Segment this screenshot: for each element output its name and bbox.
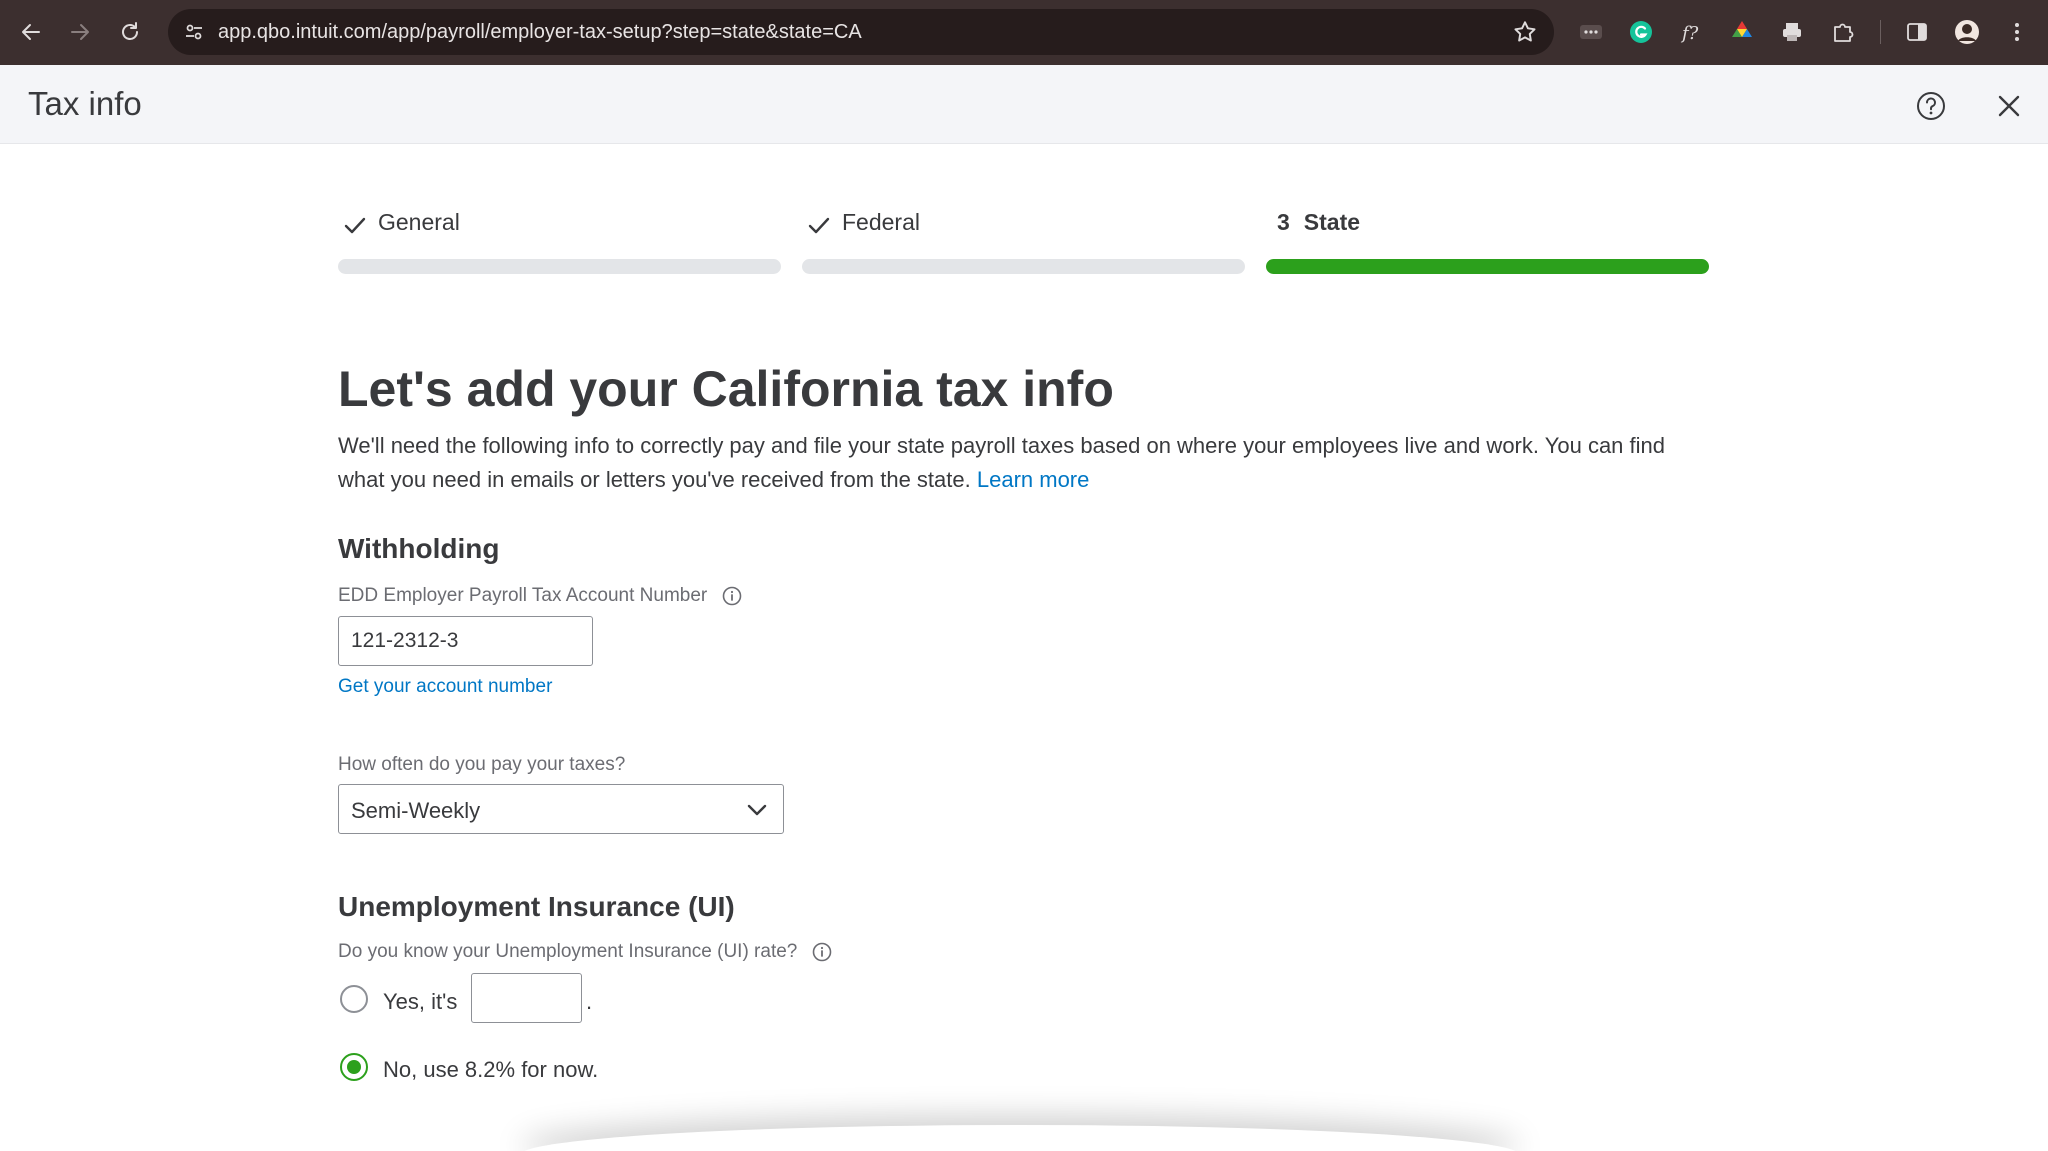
chevron-down-icon	[747, 804, 767, 816]
step-progress-federal	[802, 259, 1245, 274]
app-header: Tax info	[0, 65, 2048, 144]
description: We'll need the following info to correct…	[338, 429, 1708, 497]
info-icon[interactable]	[811, 941, 833, 963]
forward-button[interactable]	[62, 14, 98, 50]
back-button[interactable]	[13, 14, 49, 50]
printer-icon[interactable]	[1777, 17, 1807, 47]
extension-dots-icon[interactable]	[1576, 17, 1606, 47]
ui-rate-question: Do you know your Unemployment Insurance …	[338, 941, 833, 963]
url-text[interactable]: app.qbo.intuit.com/app/payroll/employer-…	[218, 21, 862, 44]
arrow-left-icon	[22, 24, 40, 40]
site-settings-icon[interactable]	[182, 20, 206, 44]
side-panel-icon[interactable]	[1902, 17, 1932, 47]
ui-rate-suffix: .	[586, 989, 593, 1014]
bookmark-star-icon[interactable]	[1512, 19, 1538, 45]
ui-rate-yes-radio[interactable]	[340, 985, 368, 1013]
help-icon[interactable]	[1914, 89, 1948, 123]
reload-button[interactable]	[112, 14, 148, 50]
main-heading: Let's add your California tax info	[338, 361, 1114, 417]
account-number-input[interactable]	[338, 616, 593, 666]
account-number-label: EDD Employer Payroll Tax Account Number	[338, 585, 743, 607]
checkmark-icon	[808, 217, 830, 234]
info-icon[interactable]	[721, 585, 743, 607]
account-number-label-text: EDD Employer Payroll Tax Account Number	[338, 585, 708, 606]
extensions-puzzle-icon[interactable]	[1828, 17, 1858, 47]
step-progress-state	[1266, 259, 1709, 274]
ui-rate-no-radio[interactable]	[340, 1053, 368, 1081]
step-progress-general	[338, 259, 781, 274]
reload-icon	[122, 22, 138, 40]
unemployment-heading: Unemployment Insurance (UI)	[338, 891, 735, 922]
grammarly-icon[interactable]	[1626, 17, 1656, 47]
frequency-select[interactable]: Semi-Weekly	[338, 784, 784, 834]
frequency-label: How often do you pay your taxes?	[338, 754, 626, 775]
checkmark-icon	[344, 217, 366, 234]
profile-avatar[interactable]	[1952, 17, 1982, 47]
step-label: Federal	[842, 209, 920, 235]
toolbar-divider	[1880, 20, 1881, 44]
arrow-right-icon	[71, 24, 89, 40]
footer-shadow	[520, 1125, 1520, 1151]
learn-more-link[interactable]: Learn more	[977, 467, 1090, 492]
step-label: State	[1303, 209, 1361, 235]
page-title: Tax info	[28, 85, 142, 122]
frequency-selected-value: Semi-Weekly	[351, 798, 481, 823]
ui-rate-input[interactable]	[471, 973, 582, 1023]
ui-rate-question-text: Do you know your Unemployment Insurance …	[338, 941, 798, 962]
ui-rate-no-label[interactable]: No, use 8.2% for now.	[383, 1057, 598, 1083]
browser-menu-icon[interactable]	[2002, 17, 2032, 47]
get-account-number-link[interactable]: Get your account number	[338, 676, 552, 698]
font-finder-icon[interactable]: f?	[1677, 17, 1707, 47]
withholding-heading: Withholding	[338, 533, 500, 564]
step-number: 3	[1277, 209, 1290, 235]
close-icon[interactable]	[1992, 89, 2026, 123]
svg-text:f?: f?	[1680, 23, 1699, 44]
ui-rate-yes-label[interactable]: Yes, it's	[383, 989, 457, 1015]
color-picker-icon[interactable]	[1727, 17, 1757, 47]
browser-toolbar: app.qbo.intuit.com/app/payroll/employer-…	[0, 0, 2048, 65]
address-bar[interactable]: app.qbo.intuit.com/app/payroll/employer-…	[168, 9, 1554, 55]
step-label: General	[378, 209, 460, 235]
